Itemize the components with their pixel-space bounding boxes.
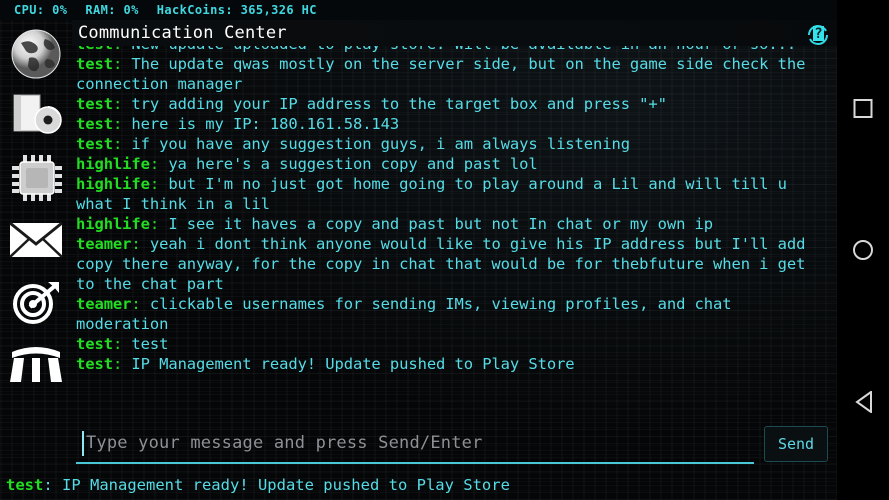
chat-message-text: yeah i dont think anyone would like to g… <box>76 235 815 293</box>
message-input-row: Type your message and press Send/Enter S… <box>72 420 838 468</box>
chat-message-user[interactable]: highlife <box>76 155 150 173</box>
chat-message-user[interactable]: test <box>76 335 113 353</box>
chat-message-separator: : <box>149 175 169 193</box>
text-caret <box>82 431 84 456</box>
hackcoins-balance: HackCoins: 365,326 HC <box>156 3 317 17</box>
system-status-bar: CPU: 0% RAM: 0% HackCoins: 365,326 HC <box>0 0 889 20</box>
chat-message-text: here is my IP: 180.161.58.143 <box>131 115 400 133</box>
chat-message: test: here is my IP: 180.161.58.143 <box>76 114 824 134</box>
chat-message-user[interactable]: highlife <box>76 175 150 193</box>
chat-message: highlife: I see it haves a copy and past… <box>76 214 824 234</box>
chat-message-separator: : <box>149 155 169 173</box>
chat-message-text: I see it haves a copy and past but not I… <box>168 215 714 233</box>
sidebar <box>0 20 72 480</box>
svg-text:?: ? <box>814 26 822 42</box>
latest-message-text: IP Management ready! Update pushed to Pl… <box>62 476 510 494</box>
sidebar-item-bridge[interactable] <box>6 336 66 392</box>
chat-message-user[interactable]: highlife <box>76 215 150 233</box>
chat-message: highlife: ya here's a suggestion copy an… <box>76 154 824 174</box>
chat-message-text: but I'm no just got home going to play a… <box>76 175 797 213</box>
ram-usage: RAM: 0% <box>85 3 139 17</box>
chat-message-user[interactable]: test <box>76 115 113 133</box>
chat-message-text: The update qwas mostly on the server sid… <box>76 55 815 93</box>
chat-message: teamer: clickable usernames for sending … <box>76 294 824 334</box>
chat-message-separator: : <box>112 95 132 113</box>
chat-message-user[interactable]: test <box>76 135 113 153</box>
globe-icon <box>9 27 63 81</box>
chat-message-separator: : <box>112 115 132 133</box>
chat-log[interactable]: test: New update uploaded to play store.… <box>72 28 838 420</box>
chat-message-user[interactable]: test <box>76 95 113 113</box>
chat-message: test: test <box>76 334 824 354</box>
chat-message-separator: : <box>112 355 132 373</box>
chat-message-text: try adding your IP address to the target… <box>131 95 667 113</box>
page-title: Communication Center <box>78 23 287 43</box>
chat-message-separator: : <box>149 215 169 233</box>
cpu-usage: CPU: 0% <box>14 3 68 17</box>
android-nav-bar <box>837 0 889 500</box>
send-button[interactable]: Send <box>764 426 828 462</box>
chat-message-text: ya here's a suggestion copy and past lol <box>168 155 538 173</box>
sidebar-item-missions[interactable] <box>6 274 66 330</box>
back-triangle-icon[interactable] <box>855 380 872 413</box>
latest-message-colon: : <box>43 476 62 494</box>
chat-message-separator: : <box>131 295 150 313</box>
chat-message-user[interactable]: teamer <box>76 295 132 313</box>
sidebar-item-mail[interactable] <box>6 212 66 268</box>
sidebar-item-software[interactable] <box>6 88 66 144</box>
chat-message-user[interactable]: teamer <box>76 235 132 253</box>
recents-square-icon[interactable] <box>853 99 873 118</box>
chat-message-text: if you have any suggestion guys, i am al… <box>131 135 630 153</box>
chat-message: test: if you have any suggestion guys, i… <box>76 134 824 154</box>
chat-message: test: try adding your IP address to the … <box>76 94 824 114</box>
target-arrow-icon <box>10 277 62 327</box>
sidebar-item-hardware[interactable] <box>6 150 66 206</box>
chat-message: test: The update qwas mostly on the serv… <box>76 54 824 94</box>
chat-message-text: test <box>131 335 169 353</box>
chat-message-user[interactable]: test <box>76 355 113 373</box>
chat-message-separator: : <box>131 235 150 253</box>
chat-message-text: clickable usernames for sending IMs, vie… <box>76 295 741 333</box>
chat-message-user[interactable]: test <box>76 55 113 73</box>
envelope-icon <box>8 219 64 261</box>
chat-message: teamer: yeah i dont think anyone would l… <box>76 234 824 294</box>
chat-message-separator: : <box>112 55 132 73</box>
software-disc-icon <box>8 91 64 141</box>
latest-message-status: test : IP Management ready! Update pushe… <box>0 470 838 500</box>
chat-message-text: IP Management ready! Update pushed to Pl… <box>131 355 575 373</box>
latest-message-user: test <box>6 476 44 494</box>
chat-message: test: IP Management ready! Update pushed… <box>76 354 824 374</box>
app-header: Communication Center <box>72 20 838 46</box>
message-input-placeholder: Type your message and press Send/Enter <box>86 433 483 453</box>
bridge-icon <box>8 342 64 386</box>
message-input[interactable]: Type your message and press Send/Enter <box>76 424 754 464</box>
cpu-chip-icon <box>9 153 63 203</box>
home-circle-icon[interactable] <box>853 240 873 260</box>
sidebar-item-network[interactable] <box>6 26 66 82</box>
chat-message: highlife: but I'm no just got home going… <box>76 174 824 214</box>
chat-message-separator: : <box>112 135 132 153</box>
help-button[interactable]: ? <box>803 19 833 49</box>
chat-message-separator: : <box>112 335 132 353</box>
